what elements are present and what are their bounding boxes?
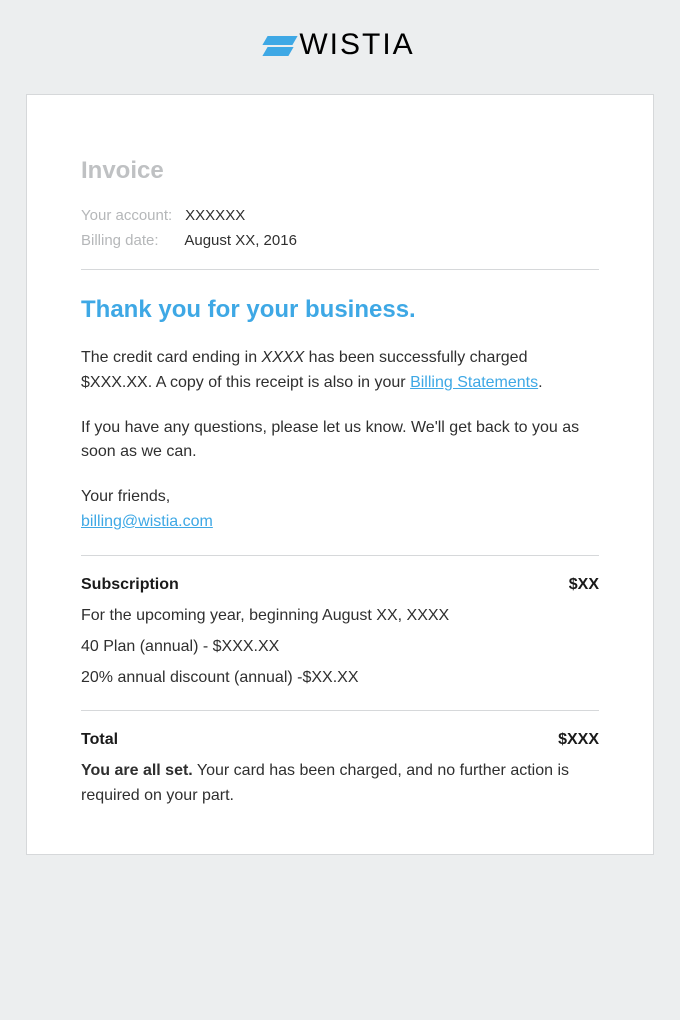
questions-message: If you have any questions, please let us… — [81, 416, 599, 466]
confirmation-bold: You are all set. — [81, 762, 193, 779]
signoff: Your friends, billing@wistia.com — [81, 485, 599, 535]
divider — [81, 269, 599, 270]
charge-prefix: The credit card ending in — [81, 349, 262, 366]
subscription-plan: 40 Plan (annual) - $XXX.XX — [81, 635, 599, 659]
divider — [81, 710, 599, 711]
billing-date-value: August XX, 2016 — [184, 232, 297, 249]
thank-you-heading: Thank you for your business. — [81, 296, 599, 324]
subscription-row: Subscription $XX — [81, 576, 599, 594]
subscription-amount: $XX — [569, 576, 599, 594]
account-value: XXXXXX — [185, 207, 245, 224]
wistia-logo-text: WISTIA — [299, 28, 414, 62]
total-row: Total $XXX — [81, 731, 599, 749]
confirmation-message: You are all set. Your card has been char… — [81, 759, 599, 809]
card-last4: XXXX — [262, 349, 305, 366]
subscription-label: Subscription — [81, 576, 179, 594]
billing-statements-link[interactable]: Billing Statements — [410, 374, 538, 391]
wistia-logo-icon — [265, 34, 295, 56]
billing-date-row: Billing date: August XX, 2016 — [81, 232, 599, 249]
wistia-logo: WISTIA — [265, 28, 414, 62]
invoice-title: Invoice — [81, 157, 599, 185]
total-label: Total — [81, 731, 118, 749]
invoice-card: Invoice Your account: XXXXXX Billing dat… — [26, 94, 654, 855]
billing-email-link[interactable]: billing@wistia.com — [81, 513, 213, 530]
divider — [81, 555, 599, 556]
charge-message: The credit card ending in XXXX has been … — [81, 346, 599, 396]
logo-wrapper: WISTIA — [26, 28, 654, 62]
charge-suffix: . — [538, 374, 542, 391]
signoff-text: Your friends, — [81, 488, 170, 505]
account-label: Your account: — [81, 207, 181, 224]
total-amount: $XXX — [558, 731, 599, 749]
billing-date-label: Billing date: — [81, 232, 181, 249]
subscription-discount: 20% annual discount (annual) -$XX.XX — [81, 666, 599, 690]
account-row: Your account: XXXXXX — [81, 207, 599, 224]
subscription-period: For the upcoming year, beginning August … — [81, 604, 599, 628]
